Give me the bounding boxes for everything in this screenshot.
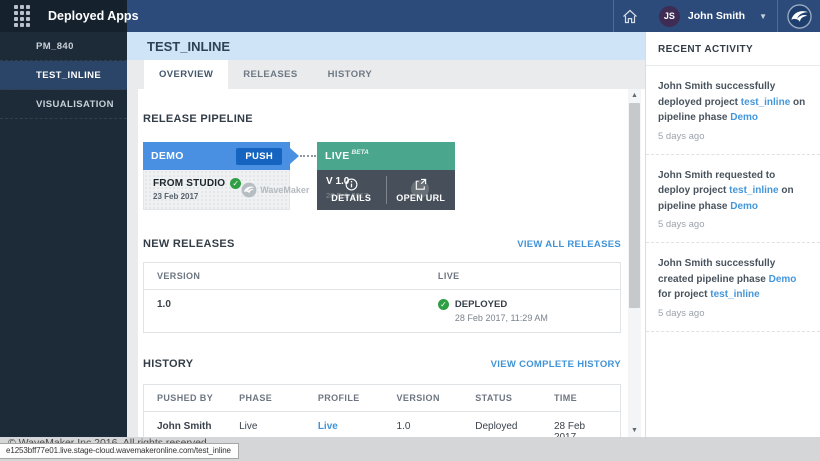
history-status: Deployed — [462, 412, 541, 438]
project-link[interactable]: test_inline — [710, 289, 759, 300]
history-time: 28 Feb 2017, — [541, 412, 621, 438]
column-header-pushed-by: PUSHED BY — [144, 385, 227, 412]
column-header-version: VERSION — [144, 263, 425, 290]
releases-table: VERSION LIVE 1.0 ✓ DEPLOYED 28 Feb 2017 — [143, 262, 621, 333]
activity-time: 5 days ago — [658, 219, 808, 230]
project-link[interactable]: test_inline — [741, 97, 790, 108]
demo-deploy-date: 23 Feb 2017 — [153, 192, 241, 201]
section-title-release-pipeline: RELEASE PIPELINE — [143, 113, 253, 125]
wavemaker-logo-icon — [778, 0, 820, 32]
watermark-label: WaveMaker — [260, 185, 309, 195]
column-header-version: VERSION — [384, 385, 463, 412]
activity-text: John Smith successfully deployed project… — [658, 79, 808, 126]
from-studio-label: FROM STUDIO — [153, 178, 225, 189]
phase-name-demo: DEMO — [151, 150, 184, 162]
open-url-icon — [414, 178, 427, 191]
scroll-down-button[interactable]: ▼ — [628, 424, 641, 437]
column-header-time: TIME — [541, 385, 621, 412]
table-row: 1.0 ✓ DEPLOYED 28 Feb 2017, 11:29 AM — [144, 290, 621, 333]
scroll-up-button[interactable]: ▲ — [628, 89, 641, 102]
app-title: Deployed Apps — [48, 9, 139, 23]
status-badge: DEPLOYED — [455, 299, 548, 310]
overview-content: RELEASE PIPELINE DEMO PUSH FROM STUDIO ✓… — [138, 89, 645, 437]
profile-live-link[interactable]: Live — [318, 421, 338, 432]
check-circle-icon: ✓ — [230, 178, 241, 189]
activity-time: 5 days ago — [658, 308, 808, 319]
sidebar-item-visualisation[interactable]: VISUALISATION — [0, 90, 127, 119]
release-pipeline: DEMO PUSH FROM STUDIO ✓ 23 Feb 2017 — [143, 142, 621, 210]
phase-link[interactable]: Demo — [769, 274, 797, 285]
activity-item: John Smith requested to deploy project t… — [646, 155, 820, 244]
brand-block: Deployed Apps — [0, 0, 127, 32]
recent-activity-panel: RECENT ACTIVITY John Smith successfully … — [645, 32, 820, 437]
view-all-releases-link[interactable]: VIEW ALL RELEASES — [517, 239, 621, 250]
footer: © WaveMaker Inc 2016. All rights reserve… — [0, 437, 820, 461]
demo-phase-card: DEMO PUSH FROM STUDIO ✓ 23 Feb 2017 — [143, 142, 290, 210]
tab-overview[interactable]: OVERVIEW — [144, 60, 228, 89]
apps-grid-icon[interactable] — [14, 5, 30, 27]
info-icon — [345, 178, 358, 191]
chevron-down-icon: ▼ — [759, 12, 767, 21]
sidebar-item-pm-840[interactable]: PM_840 — [0, 32, 127, 61]
history-version: 1.0 — [384, 412, 463, 438]
column-header-phase: PHASE — [226, 385, 305, 412]
section-title-history: HISTORY — [143, 358, 193, 370]
table-row: John Smith Live Live 1.0 Deployed 28 Feb… — [144, 412, 621, 438]
pipeline-connector — [300, 155, 316, 157]
user-name: John Smith — [688, 10, 745, 22]
beta-badge: BETA — [352, 149, 369, 156]
phase-name-live: LIVE — [325, 150, 350, 162]
open-url-button[interactable]: OPEN URL — [387, 170, 456, 210]
user-menu[interactable]: JS John Smith ▼ — [647, 0, 777, 32]
activity-time: 5 days ago — [658, 131, 808, 142]
vertical-scrollbar[interactable]: ▲ ▼ — [628, 89, 641, 437]
wavemaker-watermark: WaveMaker — [241, 182, 309, 198]
activity-item: John Smith successfully created pipeline… — [646, 243, 820, 332]
status-url-tooltip: e1253bff77e01.live.stage-cloud.wavemaker… — [0, 443, 239, 459]
column-header-profile: PROFILE — [305, 385, 384, 412]
push-button[interactable]: PUSH — [236, 148, 282, 165]
column-header-status: STATUS — [462, 385, 541, 412]
project-link[interactable]: test_inline — [729, 185, 778, 196]
tab-bar: OVERVIEW RELEASES HISTORY — [127, 60, 645, 89]
phase-link[interactable]: Demo — [730, 201, 758, 212]
activity-text: John Smith requested to deploy project t… — [658, 168, 808, 215]
live-phase-card: LIVE BETA V 1.0 28 Feb 2017 DETAILS — [317, 142, 455, 210]
history-phase: Live — [226, 412, 305, 438]
activity-text: John Smith successfully created pipeline… — [658, 256, 808, 303]
check-circle-icon: ✓ — [438, 299, 449, 310]
history-table: PUSHED BY PHASE PROFILE VERSION STATUS T… — [143, 384, 621, 437]
activity-heading: RECENT ACTIVITY — [646, 32, 820, 66]
deployed-status: ✓ DEPLOYED 28 Feb 2017, 11:29 AM — [438, 299, 607, 323]
pipeline-arrow-icon — [290, 148, 299, 164]
tab-history[interactable]: HISTORY — [313, 60, 388, 89]
deployed-time: 28 Feb 2017, 11:29 AM — [455, 313, 548, 323]
top-bar: Deployed Apps JS John Smith ▼ — [0, 0, 820, 32]
sidebar-item-test-inline[interactable]: TEST_INLINE — [0, 61, 127, 90]
wave-icon — [241, 182, 257, 198]
scrollbar-thumb[interactable] — [629, 103, 640, 308]
section-title-new-releases: NEW RELEASES — [143, 238, 235, 250]
activity-text-segment: for project — [658, 289, 710, 300]
column-header-live: LIVE — [425, 263, 621, 290]
home-button[interactable] — [614, 0, 647, 32]
phase-link[interactable]: Demo — [730, 112, 758, 123]
page-title: TEST_INLINE — [127, 32, 645, 60]
activity-item: John Smith successfully deployed project… — [646, 66, 820, 155]
release-version: 1.0 — [144, 290, 425, 333]
sidebar: PM_840 TEST_INLINE VISUALISATION — [0, 32, 127, 437]
tab-releases[interactable]: RELEASES — [228, 60, 312, 89]
history-pushed-by: John Smith — [144, 412, 227, 438]
view-complete-history-link[interactable]: VIEW COMPLETE HISTORY — [491, 359, 621, 370]
avatar: JS — [659, 6, 680, 27]
main-column: TEST_INLINE OVERVIEW RELEASES HISTORY RE… — [127, 32, 645, 437]
activity-text-segment: John Smith successfully created pipeline… — [658, 258, 775, 285]
details-button[interactable]: DETAILS — [317, 170, 386, 210]
home-icon — [622, 9, 638, 24]
